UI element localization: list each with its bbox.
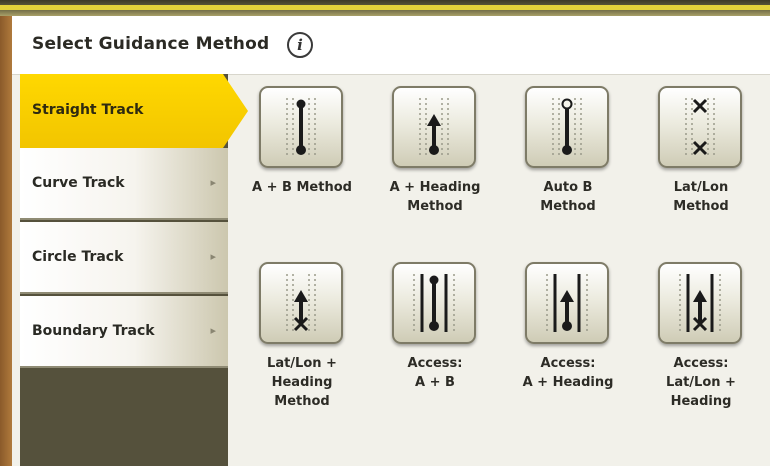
tab-circle-track[interactable]: Circle Track ▸ [20, 222, 228, 294]
page-title: Select Guidance Method [32, 34, 270, 54]
lat-lon-method-button[interactable] [658, 86, 742, 168]
method-caption: A + Heading Method [389, 180, 481, 214]
top-bar [0, 0, 770, 16]
guidance-panel: Select Guidance Method i Straight Track … [12, 16, 770, 466]
access-ab-button[interactable] [392, 262, 476, 344]
tab-label: Straight Track [32, 102, 144, 118]
method-caption: Access: A + B [407, 356, 463, 390]
method-ab[interactable]: A + B Method [237, 86, 367, 256]
method-caption: Lat/Lon + Heading Method [267, 356, 337, 409]
lat-lon-heading-icon [286, 274, 316, 332]
tab-label: Boundary Track [32, 323, 155, 339]
tab-curve-track[interactable]: Curve Track ▸ [20, 148, 228, 220]
chevron-right-icon: ▸ [210, 176, 216, 189]
method-access-a-heading[interactable]: Access: A + Heading [503, 262, 633, 432]
method-auto-b[interactable]: Auto B Method [503, 86, 633, 256]
method-lat-lon[interactable]: Lat/Lon Method [636, 86, 766, 256]
a-heading-icon [419, 98, 449, 156]
ab-method-button[interactable] [259, 86, 343, 168]
top-accent-stripe [0, 5, 770, 10]
method-grid: A + B Method A + Heading Method Auto B M… [237, 86, 767, 456]
tab-boundary-track[interactable]: Boundary Track ▸ [20, 296, 228, 368]
method-a-heading[interactable]: A + Heading Method [370, 86, 500, 256]
auto-b-icon [552, 98, 582, 156]
a-heading-method-button[interactable] [392, 86, 476, 168]
method-caption: Auto B Method [540, 180, 596, 214]
method-lat-lon-heading[interactable]: Lat/Lon + Heading Method [237, 262, 367, 432]
access-a-heading-icon [546, 274, 588, 332]
access-lat-lon-heading-icon [679, 274, 721, 332]
tab-straight-track[interactable]: Straight Track [20, 74, 248, 148]
lat-lon-icon [685, 98, 715, 156]
chevron-right-icon: ▸ [210, 324, 216, 337]
panel-header: Select Guidance Method i [12, 16, 770, 75]
auto-b-method-button[interactable] [525, 86, 609, 168]
tab-label: Curve Track [32, 175, 125, 191]
track-type-sidebar: Straight Track Curve Track ▸ Circle Trac… [20, 74, 248, 466]
access-lat-lon-heading-button[interactable] [658, 262, 742, 344]
lat-lon-heading-method-button[interactable] [259, 262, 343, 344]
access-ab-icon [413, 274, 455, 332]
info-icon[interactable]: i [287, 32, 313, 58]
tab-label: Circle Track [32, 249, 124, 265]
method-caption: A + B Method [252, 180, 352, 195]
access-a-heading-button[interactable] [525, 262, 609, 344]
method-caption: Lat/Lon Method [673, 180, 729, 214]
method-access-lat-lon-heading[interactable]: Access: Lat/Lon + Heading [636, 262, 766, 432]
method-caption: Access: Lat/Lon + Heading [666, 356, 736, 409]
left-edge-frame [0, 16, 12, 466]
chevron-right-icon: ▸ [210, 250, 216, 263]
method-access-ab[interactable]: Access: A + B [370, 262, 500, 432]
method-caption: Access: A + Heading [522, 356, 614, 390]
ab-line-icon [286, 98, 316, 156]
